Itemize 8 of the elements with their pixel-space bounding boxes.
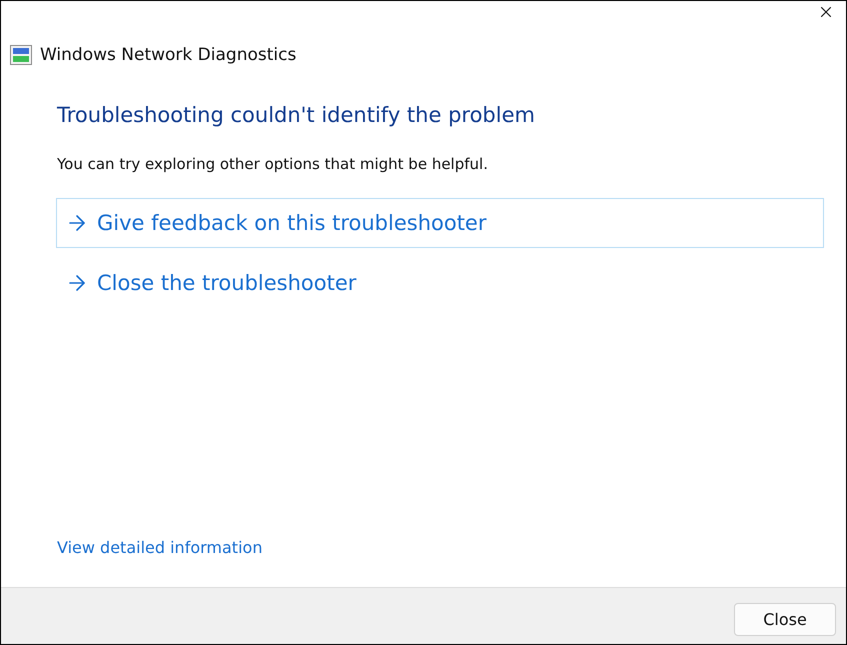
message-text: You can try exploring other options that might be helpful. [57,155,489,173]
details-link[interactable]: View detailed information [57,538,262,557]
network-diagnostics-icon [10,45,32,65]
close-button[interactable]: Close [734,602,836,636]
result-heading: Troubleshooting couldn't identify the problem [57,103,536,127]
option-link[interactable]: Close the troubleshooter [56,258,824,308]
option-link[interactable]: Give feedback on this troubleshooter [56,198,824,248]
window-title: Windows Network Diagnostics [40,45,296,65]
